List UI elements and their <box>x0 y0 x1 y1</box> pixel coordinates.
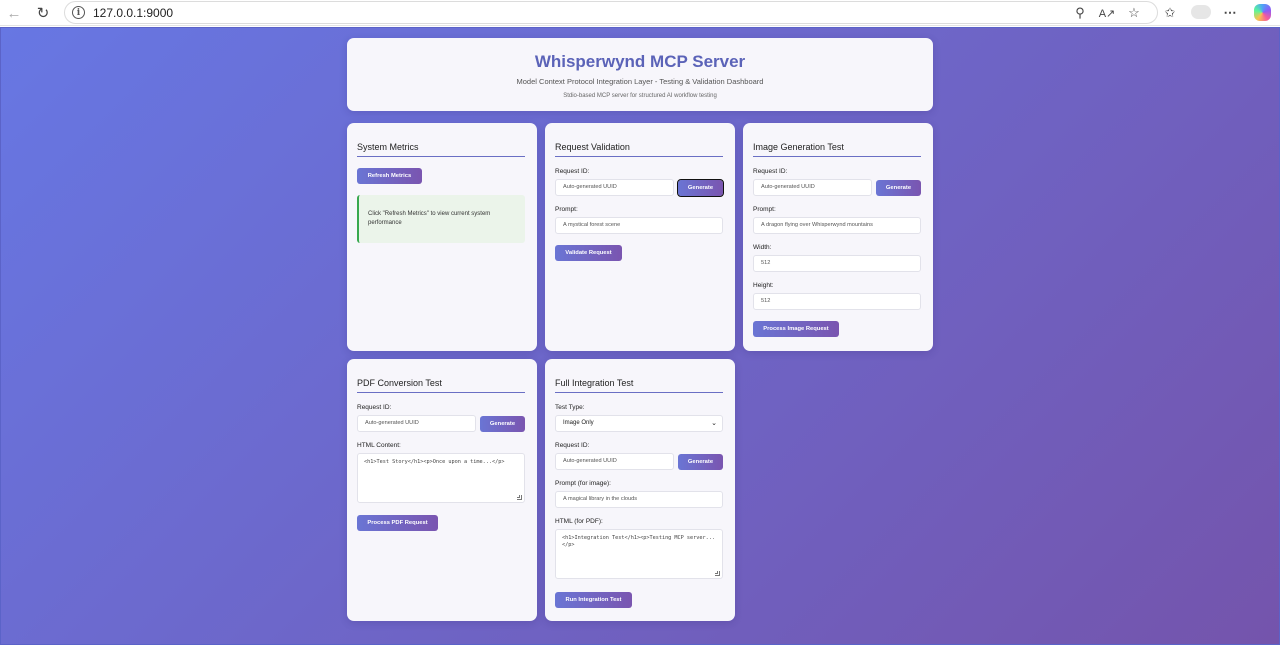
generate-button[interactable]: Generate <box>480 416 525 432</box>
test-type-label: Test Type: <box>555 404 585 411</box>
metrics-info-box: Click "Refresh Metrics" to view current … <box>357 195 525 243</box>
prompt-input[interactable]: A mystical forest scene <box>555 217 723 234</box>
request-id-input[interactable]: Auto-generated UUID <box>357 415 476 432</box>
prompt-label: Prompt: <box>753 206 776 213</box>
html-content-label: HTML Content: <box>357 442 401 449</box>
prompt-input[interactable]: A dragon flying over Whisperwynd mountai… <box>753 217 921 234</box>
system-metrics-card: System Metrics Refresh Metrics Click "Re… <box>347 123 537 351</box>
prompt-input[interactable]: A magical library in the clouds <box>555 491 723 508</box>
chevron-down-icon: ⌄ <box>711 420 717 427</box>
html-text: <h1>Integration Test</h1><p>Testing MCP … <box>562 535 716 549</box>
generate-button[interactable]: Generate <box>677 179 724 197</box>
prompt-label: Prompt (for image): <box>555 480 611 487</box>
width-input[interactable]: 512 <box>753 255 921 272</box>
favorite-star-icon[interactable]: ☆ <box>1125 4 1143 22</box>
copilot-icon[interactable] <box>1254 4 1271 21</box>
pdf-conversion-title: PDF Conversion Test <box>357 378 525 393</box>
address-url[interactable]: 127.0.0.1:9000 <box>93 6 173 20</box>
html-textarea[interactable]: <h1>Integration Test</h1><p>Testing MCP … <box>555 529 723 579</box>
request-id-label: Request ID: <box>753 168 788 175</box>
image-generation-card: Image Generation Test Request ID: Auto-g… <box>743 123 933 351</box>
address-bar[interactable]: i 127.0.0.1:9000 <box>64 1 1158 24</box>
back-icon[interactable]: ← <box>4 3 24 23</box>
refresh-metrics-button[interactable]: Refresh Metrics <box>357 168 422 184</box>
more-menu-icon[interactable]: ⋯ <box>1221 4 1239 22</box>
header-card: Whisperwynd MCP Server Model Context Pro… <box>347 38 933 111</box>
request-id-label: Request ID: <box>555 442 590 449</box>
html-label: HTML (for PDF): <box>555 518 603 525</box>
page-title: Whisperwynd MCP Server <box>534 52 746 71</box>
run-integration-button[interactable]: Run Integration Test <box>555 592 632 608</box>
page-subtitle: Model Context Protocol Integration Layer… <box>516 77 764 86</box>
request-id-input[interactable]: Auto-generated UUID <box>555 453 674 470</box>
request-validation-card: Request Validation Request ID: Auto-gene… <box>545 123 735 351</box>
request-id-input[interactable]: Auto-generated UUID <box>753 179 872 196</box>
html-content-text: <h1>Test Story</h1><p>Once upon a time..… <box>364 459 505 465</box>
site-info-icon[interactable]: i <box>72 6 85 19</box>
request-id-label: Request ID: <box>555 168 590 175</box>
height-input[interactable]: 512 <box>753 293 921 310</box>
zoom-icon[interactable]: ⚲ <box>1071 4 1089 22</box>
test-type-value: Image Only <box>563 420 594 426</box>
image-generation-title: Image Generation Test <box>753 142 921 157</box>
process-pdf-button[interactable]: Process PDF Request <box>357 515 438 531</box>
system-metrics-title: System Metrics <box>357 142 525 157</box>
prompt-label: Prompt: <box>555 206 578 213</box>
request-validation-title: Request Validation <box>555 142 723 157</box>
page-caption: Stdio-based MCP server for structured AI… <box>563 93 717 99</box>
generate-button[interactable]: Generate <box>876 180 921 196</box>
generate-button[interactable]: Generate <box>678 454 723 470</box>
test-type-select[interactable]: Image Only ⌄ <box>555 415 723 432</box>
resize-handle-icon[interactable] <box>517 495 522 500</box>
process-image-button[interactable]: Process Image Request <box>753 321 839 337</box>
reload-icon[interactable]: ↻ <box>33 3 53 23</box>
request-id-label: Request ID: <box>357 404 392 411</box>
height-label: Height: <box>753 282 774 289</box>
full-integration-card: Full Integration Test Test Type: Image O… <box>545 359 735 621</box>
width-label: Width: <box>753 244 772 251</box>
read-aloud-icon[interactable]: A↗ <box>1098 4 1116 22</box>
resize-handle-icon[interactable] <box>715 571 720 576</box>
html-content-textarea[interactable]: <h1>Test Story</h1><p>Once upon a time..… <box>357 453 525 503</box>
favorites-list-icon[interactable]: ✩ <box>1161 4 1179 22</box>
pdf-conversion-card: PDF Conversion Test Request ID: Auto-gen… <box>347 359 537 621</box>
full-integration-title: Full Integration Test <box>555 378 723 393</box>
validate-request-button[interactable]: Validate Request <box>555 245 622 261</box>
page-background: Whisperwynd MCP Server Model Context Pro… <box>0 27 1280 645</box>
browser-toolbar: ← ↻ i 127.0.0.1:9000 ⚲ A↗ ☆ ✩ ⋯ <box>0 0 1280 26</box>
request-id-input[interactable]: Auto-generated UUID <box>555 179 674 196</box>
profile-icon[interactable] <box>1191 5 1211 19</box>
